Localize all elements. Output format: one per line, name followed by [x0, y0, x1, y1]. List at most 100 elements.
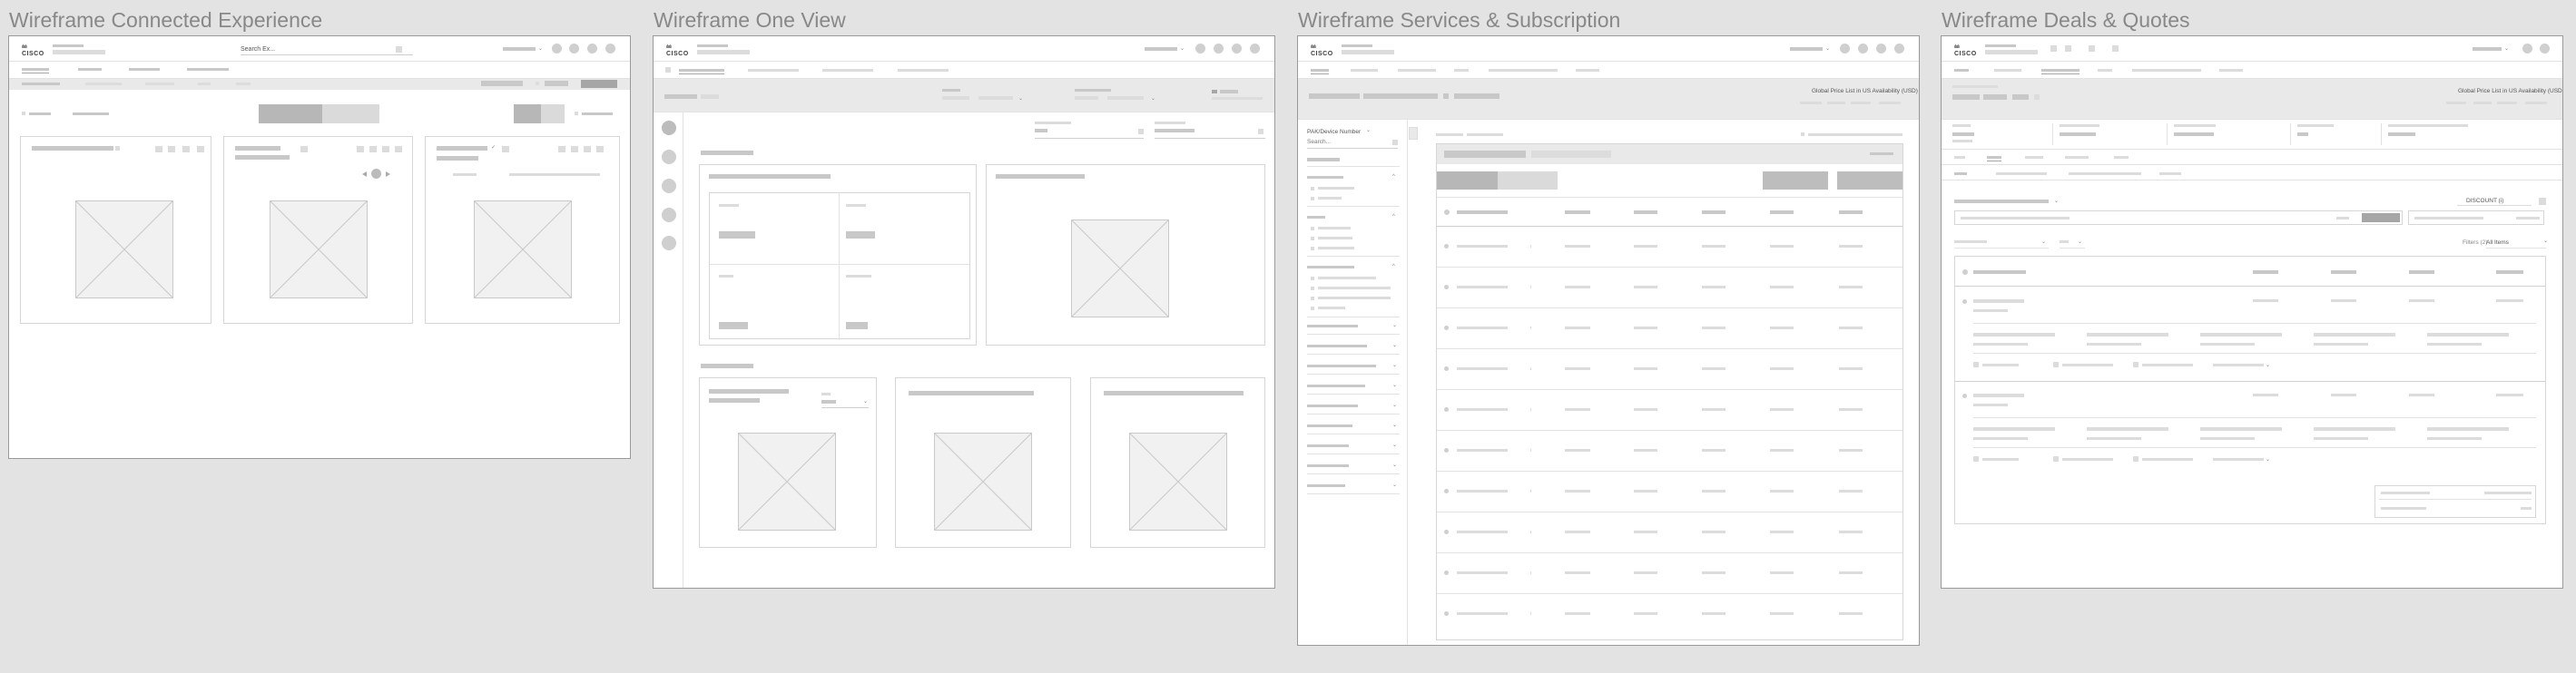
- settings-icon[interactable]: [587, 44, 597, 54]
- dropdown-value[interactable]: [821, 400, 836, 404]
- chevron-down-icon[interactable]: ⌄: [1392, 483, 1397, 488]
- table-row[interactable]: [1437, 553, 1903, 594]
- nav-tab-6[interactable]: [2219, 69, 2243, 72]
- account-menu-label[interactable]: [1145, 47, 1177, 51]
- sidebar-collapse-toggle[interactable]: [1409, 127, 1418, 140]
- chevron-up-icon[interactable]: ^: [1392, 264, 1395, 269]
- chevron-down-icon[interactable]: ⌄: [1151, 96, 1155, 102]
- nav-tab-4[interactable]: [898, 69, 949, 72]
- help-icon[interactable]: [552, 44, 562, 54]
- table-row[interactable]: [1437, 308, 1903, 349]
- account-menu-label[interactable]: [2473, 47, 2502, 51]
- tab-3[interactable]: [2025, 156, 2043, 159]
- cisco-logo[interactable]: ılıılı CISCO: [1954, 44, 1977, 57]
- filter-group-title[interactable]: [1307, 216, 1325, 219]
- card-action-icon[interactable]: [155, 146, 162, 152]
- nav-tab-2[interactable]: [78, 68, 102, 71]
- nav-tab-3[interactable]: [1398, 69, 1436, 72]
- user-icon[interactable]: [605, 44, 615, 54]
- quick-icon[interactable]: [2112, 45, 2119, 52]
- nav-tab-3[interactable]: [822, 69, 873, 72]
- filter-group-title[interactable]: [1307, 424, 1352, 427]
- help-icon[interactable]: [1195, 44, 1205, 54]
- filter-radio[interactable]: [1311, 247, 1314, 250]
- card-action-icon[interactable]: [502, 146, 509, 152]
- filter-value-2[interactable]: [1155, 129, 1195, 132]
- tab-2[interactable]: [1987, 156, 2001, 159]
- breadcrumb[interactable]: [1952, 85, 1998, 88]
- card-action-icon[interactable]: [182, 146, 190, 152]
- chevron-down-icon[interactable]: ⌄: [1392, 423, 1397, 428]
- subtab-4[interactable]: [2159, 172, 2181, 175]
- header-action-4[interactable]: [1879, 102, 1901, 104]
- filter-group-title[interactable]: [1307, 176, 1343, 179]
- table-row[interactable]: [1437, 390, 1903, 431]
- header-action-2[interactable]: [2473, 102, 2492, 104]
- tab-active[interactable]: [1437, 171, 1498, 190]
- chevron-down-icon[interactable]: ⌄: [1392, 363, 1397, 368]
- toolbar-button-2[interactable]: [545, 81, 568, 86]
- filter-dropdown[interactable]: [1954, 240, 1987, 243]
- subnav-item-5[interactable]: [236, 83, 251, 85]
- help-icon[interactable]: [1840, 44, 1850, 54]
- filter-radio[interactable]: [1311, 307, 1314, 310]
- secondary-action-button[interactable]: [1763, 171, 1828, 190]
- subnav-item-3[interactable]: [145, 83, 174, 85]
- nav-tab-2[interactable]: [748, 69, 799, 72]
- chevron-up-icon[interactable]: ^: [1392, 174, 1395, 180]
- filter-group-title[interactable]: [1307, 345, 1367, 347]
- filter-group-title[interactable]: [1307, 464, 1349, 467]
- next-icon[interactable]: [386, 171, 390, 177]
- chevron-down-icon[interactable]: ✓: [491, 145, 496, 151]
- chevron-down-icon[interactable]: ⌄: [2054, 199, 2059, 204]
- header-action-3[interactable]: [1851, 102, 1871, 104]
- chevron-down-icon[interactable]: ⌄: [1180, 46, 1185, 52]
- card-action-icon[interactable]: [300, 146, 308, 152]
- price-list-label[interactable]: Global Price List in US Availability (US…: [2458, 87, 2562, 95]
- quick-icon[interactable]: [2065, 45, 2071, 52]
- segment-active[interactable]: [259, 104, 322, 123]
- cisco-logo[interactable]: ılıılı CISCO: [666, 44, 689, 57]
- header-action-4[interactable]: [2525, 102, 2547, 104]
- header-action-1[interactable]: [2446, 102, 2466, 104]
- table-row[interactable]: [1437, 268, 1903, 308]
- quick-icon[interactable]: [2089, 45, 2095, 52]
- tab-4[interactable]: [2065, 156, 2089, 159]
- view-toggle-inactive[interactable]: [541, 104, 565, 123]
- filter-group-title[interactable]: [1307, 365, 1376, 367]
- card-action-icon[interactable]: [571, 146, 578, 152]
- table-row[interactable]: ⌄: [1955, 287, 2545, 381]
- filter-group-title[interactable]: [1307, 385, 1365, 387]
- help-icon[interactable]: [2522, 44, 2532, 54]
- chevron-down-icon[interactable]: ⌄: [2041, 239, 2046, 245]
- right-control-label[interactable]: [582, 112, 613, 115]
- nav-tab-2[interactable]: [1994, 69, 2021, 72]
- rail-item-4[interactable]: [662, 208, 676, 222]
- nav-tab-4[interactable]: [1454, 69, 1469, 72]
- card-action-icon[interactable]: [584, 146, 591, 152]
- tab-5[interactable]: [2114, 156, 2129, 159]
- table-row[interactable]: [1437, 472, 1903, 512]
- card-action-icon[interactable]: [395, 146, 402, 152]
- card-action-icon[interactable]: [357, 146, 364, 152]
- search-icon[interactable]: [1392, 140, 1398, 145]
- table-row[interactable]: ⌄: [1955, 381, 2545, 475]
- nav-tab-3[interactable]: [129, 68, 160, 71]
- nav-tab-5[interactable]: [2132, 69, 2201, 72]
- chevron-up-icon[interactable]: ^: [1392, 214, 1395, 219]
- cisco-logo[interactable]: ılıılı CISCO: [1311, 44, 1333, 57]
- chevron-down-icon[interactable]: ⌄: [2078, 239, 2082, 245]
- notification-icon[interactable]: [569, 44, 579, 54]
- nav-tab-1[interactable]: [1311, 69, 1329, 72]
- filter-radio[interactable]: [1311, 287, 1314, 290]
- rail-item-3[interactable]: [662, 179, 676, 193]
- filter-group-title[interactable]: [1307, 444, 1349, 447]
- table-row[interactable]: [1437, 349, 1903, 390]
- chevron-down-icon[interactable]: ⌄: [1018, 96, 1023, 102]
- quick-icon[interactable]: [2050, 45, 2057, 52]
- edit-icon[interactable]: [2034, 94, 2040, 100]
- filter-count[interactable]: Filters (2): [2463, 239, 2487, 247]
- calendar-icon[interactable]: [1258, 129, 1263, 134]
- header-action-2[interactable]: [1827, 102, 1845, 104]
- chevron-down-icon[interactable]: ⌄: [1392, 443, 1397, 448]
